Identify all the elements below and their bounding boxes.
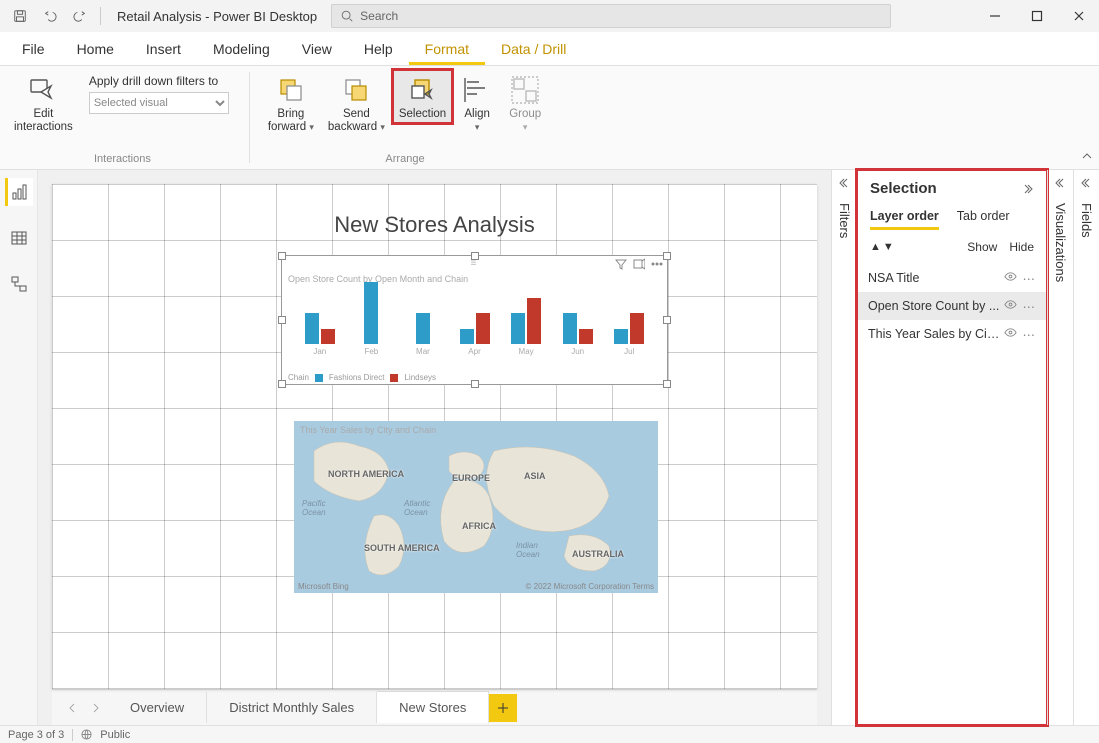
- eye-icon[interactable]: [1004, 298, 1017, 311]
- visualizations-label: Visualizations: [1053, 203, 1068, 282]
- save-icon[interactable]: [8, 4, 32, 28]
- eye-icon[interactable]: [1004, 270, 1017, 283]
- move-down-button[interactable]: ▼: [883, 241, 894, 253]
- expand-fields-icon[interactable]: [1080, 176, 1094, 195]
- filter-icon[interactable]: [615, 258, 627, 270]
- chart-visual[interactable]: ≡ Open Store Count by Open Month and Cha…: [282, 256, 667, 384]
- eye-icon[interactable]: [1004, 326, 1017, 339]
- app-title: Retail Analysis - Power BI Desktop: [117, 9, 317, 24]
- edit-interactions-button[interactable]: Edit interactions: [8, 70, 79, 136]
- tab-order-tab[interactable]: Tab order: [957, 209, 1010, 230]
- fields-pane-collapsed[interactable]: Fields: [1073, 170, 1099, 725]
- page-tab-newstores[interactable]: New Stores: [377, 691, 489, 723]
- item-more-icon[interactable]: ⋯: [1023, 299, 1037, 314]
- page-tabs: Overview District Monthly Sales New Stor…: [52, 689, 817, 725]
- search-icon: [340, 9, 354, 23]
- page-indicator: Page 3 of 3: [8, 729, 64, 741]
- left-view-rail: [0, 170, 38, 725]
- undo-icon[interactable]: [38, 4, 62, 28]
- selection-pane: Selection Layer order Tab order ▲▼ Show H…: [857, 170, 1047, 725]
- world-map-icon: [294, 421, 658, 593]
- map-attribution-left: Microsoft Bing: [298, 582, 349, 591]
- menu-modeling[interactable]: Modeling: [197, 35, 286, 65]
- expand-filters-icon[interactable]: [838, 176, 852, 195]
- visualizations-pane-collapsed[interactable]: Visualizations: [1047, 170, 1073, 725]
- move-up-button[interactable]: ▲: [870, 241, 881, 253]
- send-backward-button[interactable]: Send backward ▾: [322, 70, 391, 136]
- menu-home[interactable]: Home: [61, 35, 130, 65]
- page-nav-next[interactable]: [84, 696, 108, 720]
- collapse-selection-icon[interactable]: [1020, 182, 1034, 196]
- ribbon-group-interactions-label: Interactions: [94, 153, 151, 167]
- menu-format[interactable]: Format: [409, 35, 485, 65]
- selection-item[interactable]: Open Store Count by ... ⋯: [858, 292, 1046, 320]
- fields-label: Fields: [1079, 203, 1094, 238]
- page-nav-prev[interactable]: [60, 696, 84, 720]
- maximize-button[interactable]: [1025, 4, 1049, 28]
- drilldown-filter-dropdown[interactable]: Apply drill down filters to Selected vis…: [81, 70, 237, 118]
- filters-pane-collapsed[interactable]: Filters: [831, 170, 857, 725]
- title-bar: Retail Analysis - Power BI Desktop Searc…: [0, 0, 1099, 32]
- chart-legend: Chain Fashions Direct Lindseys: [288, 373, 436, 382]
- status-bar: Page 3 of 3 Public: [0, 725, 1099, 743]
- minimize-button[interactable]: [983, 4, 1007, 28]
- page-tab-dms[interactable]: District Monthly Sales: [207, 692, 377, 723]
- group-button[interactable]: Group▾: [502, 70, 548, 136]
- align-button[interactable]: Align▾: [454, 70, 500, 136]
- expand-visualizations-icon[interactable]: [1054, 176, 1068, 195]
- close-button[interactable]: [1067, 4, 1091, 28]
- menu-help[interactable]: Help: [348, 35, 409, 65]
- item-more-icon[interactable]: ⋯: [1023, 327, 1037, 342]
- page-tab-overview[interactable]: Overview: [108, 692, 207, 723]
- selection-list: NSA Title ⋯ Open Store Count by ... ⋯ Th…: [858, 260, 1046, 352]
- filters-label: Filters: [837, 203, 852, 238]
- data-view-button[interactable]: [5, 224, 33, 252]
- layer-order-tab[interactable]: Layer order: [870, 209, 939, 230]
- map-attribution-right: © 2022 Microsoft Corporation Terms: [526, 582, 654, 591]
- map-title: This Year Sales by City and Chain: [300, 425, 436, 435]
- sensitivity-label: Public: [100, 729, 130, 741]
- map-visual[interactable]: This Year Sales by City and Chain NORTH …: [294, 421, 658, 593]
- search-placeholder: Search: [360, 9, 398, 23]
- bring-forward-button[interactable]: Bring forward ▾: [262, 70, 320, 136]
- report-title: New Stores Analysis: [334, 212, 535, 238]
- menu-view[interactable]: View: [286, 35, 348, 65]
- ribbon-group-arrange-label: Arrange: [385, 153, 424, 167]
- focus-mode-icon[interactable]: [633, 258, 645, 270]
- ribbon: Edit interactions Apply drill down filte…: [0, 66, 1099, 170]
- menu-data-drill[interactable]: Data / Drill: [485, 35, 582, 65]
- collapse-ribbon-button[interactable]: [1081, 149, 1093, 167]
- report-canvas[interactable]: New Stores Analysis ≡ Open Store Count b…: [52, 184, 817, 689]
- selection-item[interactable]: This Year Sales by City... ⋯: [858, 320, 1046, 348]
- redo-icon[interactable]: [68, 4, 92, 28]
- show-label[interactable]: Show: [967, 240, 997, 254]
- menu-insert[interactable]: Insert: [130, 35, 197, 65]
- chart-plot-area: JanFebMarAprMayJunJul: [294, 288, 655, 356]
- menu-file[interactable]: File: [6, 35, 61, 65]
- menu-bar: File Home Insert Modeling View Help Form…: [0, 32, 1099, 66]
- globe-icon: [81, 729, 92, 740]
- selection-item[interactable]: NSA Title ⋯: [858, 264, 1046, 292]
- hide-label[interactable]: Hide: [1009, 240, 1034, 254]
- model-view-button[interactable]: [5, 270, 33, 298]
- more-options-icon[interactable]: [651, 258, 663, 270]
- selection-pane-button[interactable]: Selection: [393, 70, 452, 123]
- report-view-button[interactable]: [5, 178, 33, 206]
- search-box[interactable]: Search: [331, 4, 891, 28]
- add-page-button[interactable]: [489, 694, 517, 722]
- selection-pane-title: Selection: [870, 180, 937, 197]
- item-more-icon[interactable]: ⋯: [1023, 271, 1037, 286]
